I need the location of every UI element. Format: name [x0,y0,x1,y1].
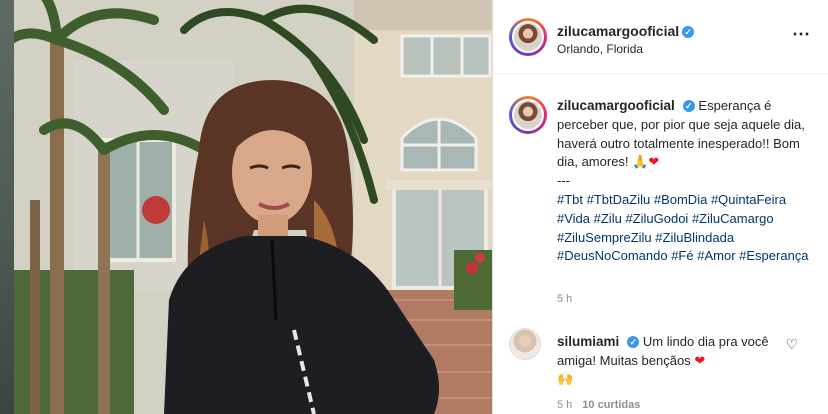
author-avatar[interactable] [509,18,547,56]
raised-hands-emoji-icon: 🙌 [557,371,574,386]
caption-separator: --- [557,173,570,189]
comment-like-heart-icon[interactable]: ♡ [785,336,798,353]
comment-likes-count[interactable]: 10 curtidas [582,399,640,411]
hashtag-link[interactable]: #Vida [557,211,590,226]
hashtag-link[interactable]: #DeusNoComando [557,248,668,263]
author-username[interactable]: zilucamargooficial [557,23,679,39]
post-photo[interactable] [14,0,492,414]
comment: silumiami ✓ Um lindo dia pra você amiga! … [557,333,771,389]
comment-timestamp[interactable]: 5 h [557,399,572,411]
post-header: zilucamargooficial ✓ Orlando, Florida ⋯ [493,0,828,74]
hashtag-list: #Tbt #TbtDaZilu #BomDia #QuintaFeira #Vi… [557,192,809,263]
modal-backdrop[interactable] [0,0,14,414]
post-image [14,0,492,414]
commenter-avatar[interactable] [509,328,541,360]
post-location[interactable]: Orlando, Florida [557,42,643,56]
hashtag-link[interactable]: #ZiluSempreZilu [557,230,652,245]
heart-emoji-icon: ❤ [694,352,706,368]
pray-emoji-icon: 🙏 [632,154,649,170]
hashtag-link[interactable]: #TbtDaZilu [587,192,651,207]
caption-author-avatar[interactable] [509,96,547,134]
hashtag-link[interactable]: #ZiluBlindada [655,230,734,245]
hashtag-link[interactable]: #ZiluGodoi [625,211,688,226]
caption-timestamp[interactable]: 5 h [557,293,572,305]
author-name-row: zilucamargooficial ✓ [557,23,695,41]
hashtag-link[interactable]: #Esperança [739,248,808,263]
hashtag-link[interactable]: #Fé [671,248,693,263]
heart-emoji-icon: ❤ [648,154,660,170]
hashtag-link[interactable]: #Amor [697,248,735,263]
verified-badge-icon: ✓ [682,100,695,112]
commenter-username[interactable]: silumiami [557,334,619,349]
more-options-icon[interactable]: ⋯ [792,25,811,43]
hashtag-link[interactable]: #ZiluCamargo [692,211,774,226]
post-detail-panel: zilucamargooficial ✓ Orlando, Florida ⋯ z… [492,0,828,414]
caption-username[interactable]: zilucamargooficial [557,98,675,113]
hashtag-link[interactable]: #Zilu [594,211,622,226]
hashtag-link[interactable]: #BomDia [654,192,707,207]
verified-badge-icon: ✓ [682,26,695,38]
hashtag-link[interactable]: #Tbt [557,192,583,207]
verified-badge-icon: ✓ [627,336,640,348]
comment-meta: 5 h 10 curtidas [557,399,650,411]
hashtag-link[interactable]: #QuintaFeira [711,192,786,207]
post-caption: zilucamargooficial ✓ Esperança é perceber… [557,97,813,266]
